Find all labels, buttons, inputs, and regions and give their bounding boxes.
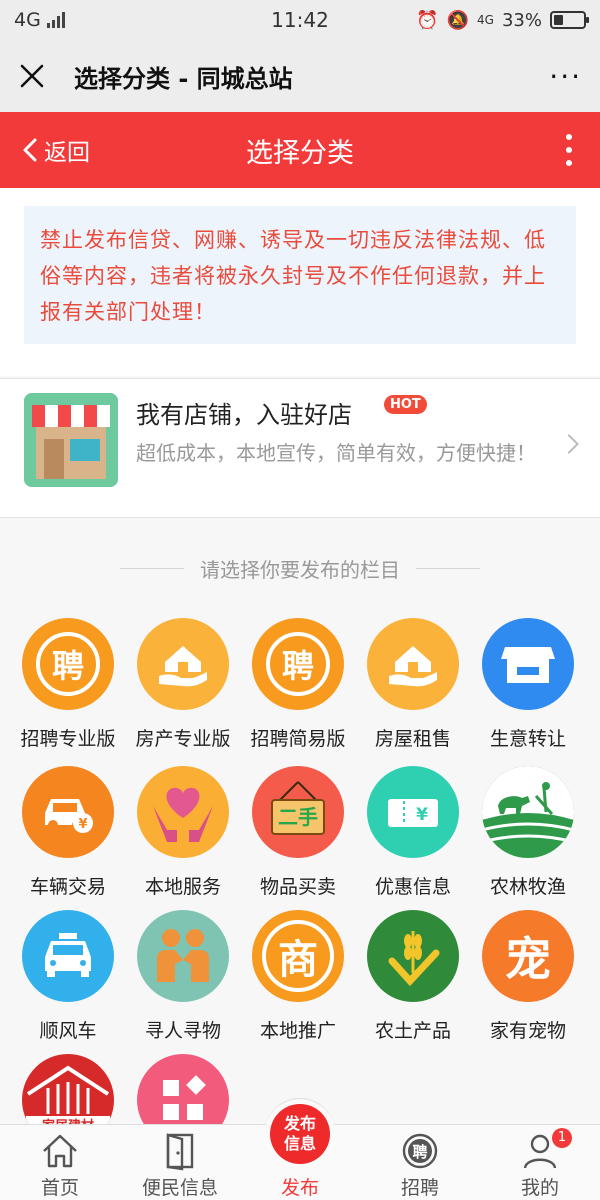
section-heading: 请选择你要发布的栏目	[0, 548, 600, 588]
tab-mine[interactable]: 我的	[480, 1125, 600, 1200]
shop-banner-title: 我有店铺，入驻好店	[136, 401, 352, 429]
car-money-icon: ¥	[22, 766, 114, 858]
svg-text:¥: ¥	[78, 817, 87, 832]
tab-hire-label: 招聘	[400, 1177, 439, 1199]
tab-mine-label: 我的	[520, 1177, 559, 1199]
signal-icon	[46, 12, 65, 28]
category-label: 房产专业版	[135, 728, 231, 750]
section-label: 请选择你要发布的栏目	[200, 557, 400, 582]
publish-button-text: 发布信息	[283, 1114, 316, 1153]
category-label: 生意转让	[489, 728, 566, 750]
category-label: 物品买卖	[259, 876, 336, 898]
heart-hands-icon	[137, 766, 229, 858]
category-label: 顺风车	[39, 1020, 97, 1042]
people-icon	[137, 910, 229, 1002]
battery-percent: 33%	[501, 9, 542, 31]
wechat-page-title: 选择分类 - 同城总站	[74, 64, 293, 93]
battery-icon	[550, 11, 589, 29]
category-item[interactable]: 生意转让	[470, 618, 586, 758]
notification-badge: 1	[552, 1128, 572, 1148]
tab-convenience-label: 便民信息	[141, 1177, 218, 1199]
hire-icon: 聘	[252, 618, 344, 710]
category-item[interactable]: 二手 物品买卖	[240, 766, 356, 906]
secondhand-sign-icon: 二手	[252, 766, 344, 858]
shang-icon: 商	[252, 910, 344, 1002]
wheat-icon	[367, 910, 459, 1002]
category-item[interactable]: 寻人寻物	[125, 910, 241, 1050]
category-label: 家有宠物	[489, 1020, 566, 1042]
category-item[interactable]: 农林牧渔	[470, 766, 586, 906]
hire-icon: 聘	[22, 618, 114, 710]
svg-text:聘: 聘	[412, 1143, 427, 1161]
hot-badge: HOT	[384, 395, 427, 414]
category-label: 寻人寻物	[144, 1020, 221, 1042]
category-item[interactable]: 聘招聘简易版	[240, 618, 356, 758]
warning-notice: 禁止发布信贷、网赚、诱导及一切违反法律法规、低俗等内容，违者将被永久封号及不作任…	[24, 206, 576, 344]
pet-icon: 宠	[482, 910, 574, 1002]
category-item[interactable]: 本地服务	[125, 766, 241, 906]
category-item[interactable]: 宠家有宠物	[470, 910, 586, 1050]
divider-right	[416, 567, 480, 569]
farming-icon	[482, 766, 574, 858]
category-label: 农林牧渔	[489, 876, 566, 898]
door-icon	[166, 1133, 194, 1171]
category-label: 房屋租售	[374, 728, 451, 750]
coupon-icon: ¥	[367, 766, 459, 858]
svg-text:二手: 二手	[278, 805, 318, 829]
category-item[interactable]: 商本地推广	[240, 910, 356, 1050]
category-label: 优惠信息	[374, 876, 451, 898]
status-bar: 4G 11:42 ⏰ 🔕 4G 33%	[0, 0, 600, 40]
tab-hire[interactable]: 聘 招聘	[360, 1125, 480, 1200]
tab-convenience[interactable]: 便民信息	[120, 1125, 240, 1200]
storefront-icon	[482, 618, 574, 710]
category-label: 招聘专业版	[20, 728, 116, 750]
back-button[interactable]: 返回	[22, 112, 90, 188]
divider-left	[120, 567, 184, 569]
notice-section: 禁止发布信贷、网赚、诱导及一切违反法律法规、低俗等内容，违者将被永久封号及不作任…	[0, 188, 600, 376]
category-label: 本地服务	[144, 876, 221, 898]
page-title: 选择分类	[246, 137, 354, 169]
home-icon	[43, 1134, 77, 1168]
category-item[interactable]: 顺风车	[10, 910, 126, 1050]
storefront-icon	[24, 393, 118, 487]
more-options-icon[interactable]: ···	[549, 60, 582, 93]
house-hand-icon	[367, 618, 459, 710]
tab-publish-label: 发布	[280, 1177, 319, 1199]
publish-button[interactable]: 发布信息	[270, 1104, 330, 1164]
clock: 11:42	[271, 8, 329, 32]
category-item[interactable]: ¥ 优惠信息	[355, 766, 471, 906]
category-item[interactable]: ¥ 车辆交易	[10, 766, 126, 906]
category-label: 招聘简易版	[250, 728, 346, 750]
category-item[interactable]: 农土产品	[355, 910, 471, 1050]
alarm-icon: ⏰	[416, 9, 439, 31]
close-icon[interactable]	[18, 62, 46, 90]
category-label: 车辆交易	[29, 876, 106, 898]
chevron-right-icon	[559, 434, 579, 454]
network-label: 4G	[14, 9, 41, 31]
mute-icon: 🔕	[446, 9, 470, 31]
taxi-icon	[22, 910, 114, 1002]
kebab-menu-icon[interactable]	[566, 134, 572, 166]
chevron-left-icon	[23, 138, 37, 162]
network-right-label: 4G	[477, 13, 494, 27]
category-label: 本地推广	[259, 1020, 336, 1042]
category-item[interactable]: 房产专业版	[125, 618, 241, 758]
category-item[interactable]: 房屋租售	[355, 618, 471, 758]
wechat-title-bar: 选择分类 - 同城总站 ···	[0, 40, 600, 112]
page-header: 返回 选择分类	[0, 112, 600, 188]
back-label: 返回	[44, 140, 90, 166]
shop-banner-description: 超低成本，本地宣传，简单有效，方便快捷！	[136, 441, 536, 465]
shop-join-banner[interactable]: 我有店铺，入驻好店 HOT 超低成本，本地宣传，简单有效，方便快捷！	[0, 378, 600, 518]
tab-home[interactable]: 首页	[0, 1125, 120, 1200]
category-item[interactable]: 聘招聘专业版	[10, 618, 126, 758]
house-hand-icon	[137, 618, 229, 710]
tab-home-label: 首页	[40, 1177, 79, 1199]
category-label: 农土产品	[374, 1020, 451, 1042]
hire-icon: 聘	[402, 1133, 438, 1169]
svg-text:¥: ¥	[416, 805, 428, 825]
